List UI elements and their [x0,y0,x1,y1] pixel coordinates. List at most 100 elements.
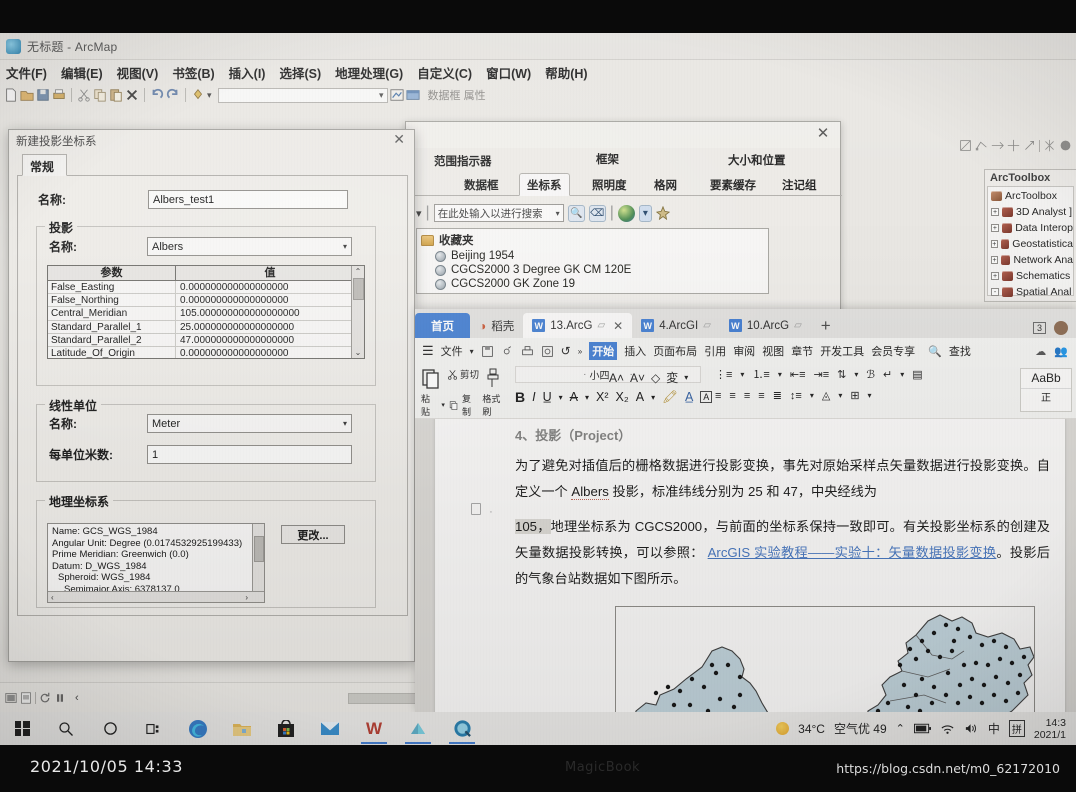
table-borders-icon[interactable]: ⊞ [850,389,859,402]
ime-language-indicator[interactable]: 中 [988,720,1000,737]
table-row[interactable]: False_Northing 0.000000000000000000 [48,294,364,308]
avatar-icon[interactable] [1054,321,1068,335]
refresh-icon[interactable] [39,692,51,704]
undo-icon[interactable]: ↺ [561,344,571,358]
menu-item-edit[interactable]: 编辑(E) [61,63,103,82]
arcmap-editor-toolbar[interactable] [959,139,1072,152]
chevron-down-icon[interactable]: ▾ [441,401,445,409]
line-spacing-icon[interactable]: ↕≡ [790,390,802,402]
windows-taskbar[interactable]: W 34°C 空气优 49 ⌃ 中 拼 14:3 2021/1 [0,712,1076,745]
menu-item-help[interactable]: 帮助(H) [545,63,587,82]
ribbon-tab-developer-tools[interactable]: 开发工具 [820,343,864,359]
chevron-down-icon[interactable]: ▾ [684,373,688,382]
chevron-down-icon[interactable]: ▾ [838,391,842,400]
file-menu-label[interactable]: 文件 [441,343,463,359]
cut-label[interactable]: 剪切 [460,367,479,381]
menu-item-file[interactable]: 文件(F) [6,63,47,82]
dialog-tab-row-lower[interactable]: 数据框 坐标系 照明度 格网 要素缓存 注记组 [406,172,842,196]
redo-icon[interactable] [166,88,180,102]
chevron-down-icon[interactable]: ▾ [470,347,474,356]
strikethrough-icon[interactable]: A [570,390,578,404]
table-row[interactable]: Standard_Parallel_1 25.00000000000000000… [48,320,364,334]
data-frame-properties-dialog[interactable]: ✕ 范围指示器 框架 大小和位置 数据框 坐标系 照明度 格网 要素缓存 注记组… [405,121,842,318]
clear-search-icon[interactable]: ⌫ [588,204,606,222]
task-view-button[interactable] [132,712,176,745]
scroll-left-icon[interactable]: ‹ [51,592,54,602]
copy-icon[interactable] [93,88,107,102]
chevron-down-icon[interactable]: ▾ [585,393,589,402]
trace-icon[interactable] [991,139,1004,152]
expander-icon[interactable]: + [991,272,999,280]
borders-icon[interactable]: ▤ [912,368,922,381]
cortana-button[interactable] [88,712,132,745]
weather-air-quality[interactable]: 空气优 49 [834,720,887,737]
arctoolbox-root[interactable]: ArcToolbox [988,188,1073,204]
file-explorer-button[interactable] [220,712,264,745]
cut-icon[interactable] [447,369,458,380]
print-icon[interactable] [521,345,534,358]
font-size-adjust-group[interactable]: A˄ A˅ ◇ 変 ▾ [609,369,688,386]
ribbon-tab-view[interactable]: 视图 [762,343,784,359]
table-row[interactable]: Latitude_Of_Origin 0.000000000000000000 [48,346,364,358]
scroll-right-icon[interactable]: › [245,592,248,602]
new-tab-icon[interactable]: + [811,316,841,338]
increase-indent-icon[interactable]: ⇥≡ [814,368,830,381]
tab-home[interactable]: 首页 [415,313,470,338]
wps-home-toolbar[interactable]: 剪切 粘贴 ▾ 复制 格式刷 · 小四 · B I U̲ ▾ A ▾ X² X₂… [415,364,1076,419]
copy-label[interactable]: 复制 [462,392,478,418]
readout-horizontal-scrollbar[interactable]: ‹ › [48,591,264,602]
coordinate-system-list[interactable]: 收藏夹 Beijing 1954 CGCS2000 3 Degree GK CM… [416,228,769,294]
name-input[interactable]: Albers_test1 [148,190,348,209]
tab-illumination[interactable]: 照明度 [584,173,635,196]
param-value[interactable]: 47.000000000000000000 [176,334,364,346]
mail-button[interactable] [308,712,352,745]
paste-icon[interactable] [421,367,441,389]
table-of-contents-icon[interactable] [405,88,420,102]
chevron-down-icon[interactable]: ▾ [868,391,872,400]
layout-view-icon[interactable] [20,691,32,704]
chevron-down-icon[interactable]: ▾ [900,370,904,379]
chevron-down-icon[interactable]: ▾ [343,242,347,251]
numbered-list-icon[interactable]: ⒈≡ [752,366,769,382]
align-left-icon[interactable]: ≡ [715,390,721,402]
construct-points-icon[interactable] [1043,139,1056,152]
data-view-icon[interactable] [5,692,17,704]
chevron-down-icon[interactable]: ▾ [559,393,563,402]
param-value[interactable]: 0.000000000000000000 [176,294,364,306]
ribbon-tab-member-exclusive[interactable]: 会员专享 [871,343,915,359]
tab-general[interactable]: 常规 [22,154,68,176]
toolbox-item-3d-analyst[interactable]: + 3D Analyst ] [988,204,1073,220]
justify-icon[interactable]: ≡ [758,390,764,402]
tab-extent-indicators[interactable]: 范围指示器 [434,153,492,169]
delete-icon[interactable] [125,88,139,102]
dialog-tab-row-upper[interactable]: 范围指示器 框架 大小和位置 [406,148,842,174]
chevron-down-icon[interactable]: ▾ [556,209,560,218]
menu-item-bookmarks[interactable]: 书签(B) [172,63,214,82]
undo-icon[interactable] [150,88,164,102]
document-paragraph-1[interactable]: 为了避免对插值后的栅格数据进行投影变换，事先对原始采样点矢量数据进行投影变换。自… [515,453,1050,505]
toolbox-item-network-analyst[interactable]: + Network Ana [988,252,1073,268]
ime-mode-indicator[interactable]: 拼 [1008,720,1025,737]
chevron-up-icon[interactable]: ⌃ [896,722,905,735]
bullet-list-icon[interactable]: ⋮≡ [715,368,732,381]
scroll-up-icon[interactable]: ⌃ [355,266,362,277]
shrink-font-icon[interactable]: A˅ [630,371,645,385]
chevron-down-icon[interactable]: ▾ [343,419,347,428]
microsoft-store-button[interactable] [264,712,308,745]
scroll-down-icon[interactable]: ⌄ [355,347,362,358]
bold-icon[interactable]: B [515,389,525,405]
new-document-icon[interactable] [4,88,18,102]
list-group-favorites[interactable]: 收藏夹 [421,232,768,248]
new-projected-coordinate-system-dialog[interactable]: 新建投影坐标系 ✕ 常规 名称: Albers_test1 投影 名称: Alb… [8,129,425,745]
style-gallery-item[interactable]: AaBb 正 [1020,368,1072,412]
tab-docer[interactable]: ◑ 稻壳 [470,313,523,338]
menu-item-customize[interactable]: 自定义(C) [417,63,472,82]
projection-parameters-table[interactable]: 参数 值 False_Easting 0.000000000000000000 … [47,265,365,359]
linear-unit-select[interactable]: Meter ▾ [147,414,352,433]
add-data-dropdown-icon[interactable]: ▾ [207,90,212,101]
rotate-icon[interactable] [1023,139,1036,152]
expander-icon[interactable]: + [991,256,999,264]
tab-count-badge[interactable]: 3 [1032,322,1046,334]
highlight-icon[interactable]: 🖍 [662,390,678,405]
print-icon[interactable] [52,88,66,102]
